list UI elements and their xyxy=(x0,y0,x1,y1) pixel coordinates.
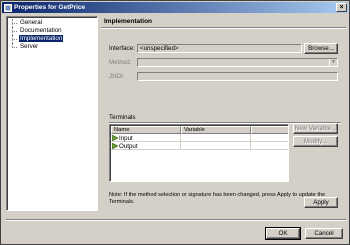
jndi-field[interactable] xyxy=(137,72,338,81)
method-combo[interactable]: ▼ xyxy=(137,58,338,67)
table-cell xyxy=(251,142,288,150)
table-header: Name Variable xyxy=(111,126,288,134)
new-variable-button[interactable]: New Variable... xyxy=(293,123,338,134)
implementation-panel: Implementation Interface: <unspecified> … xyxy=(101,16,346,211)
title-bar[interactable]: Properties for GetPrice × xyxy=(2,2,348,13)
column-header-empty[interactable] xyxy=(251,126,288,134)
terminals-label: Terminals xyxy=(109,114,136,121)
apply-button[interactable]: Apply xyxy=(304,197,338,208)
window-icon xyxy=(4,3,12,12)
tree-item-implementation[interactable]: Implementation xyxy=(9,35,97,43)
tree-item-label: General xyxy=(20,19,43,26)
modify-button[interactable]: Modify... xyxy=(293,136,338,147)
window-title: Properties for GetPrice xyxy=(14,4,86,11)
terminal-name: Input xyxy=(119,134,133,142)
cancel-button[interactable]: Cancel xyxy=(305,228,343,239)
terminals-table: Name Variable Input Output xyxy=(109,124,289,182)
column-header-variable[interactable]: Variable xyxy=(181,126,251,134)
jndi-label: JNDI: xyxy=(109,73,125,80)
property-pages-tree: General Documentation Implementation Ser… xyxy=(6,16,98,211)
browse-button[interactable]: Browse... xyxy=(304,43,338,54)
footer-divider xyxy=(6,219,346,220)
output-terminal-icon xyxy=(112,143,118,149)
terminal-variable-cell xyxy=(181,134,251,142)
terminal-name: Output xyxy=(119,142,138,150)
tree-item-label: Implementation xyxy=(19,35,64,42)
method-label: Method: xyxy=(109,59,132,66)
table-cell xyxy=(251,134,288,142)
tree-item-documentation[interactable]: Documentation xyxy=(9,27,97,35)
terminal-name-cell: Output xyxy=(111,142,181,150)
table-row[interactable]: Output xyxy=(111,142,288,150)
close-button[interactable]: × xyxy=(336,3,347,12)
terminal-variable-cell xyxy=(181,142,251,150)
panel-title: Implementation xyxy=(101,16,346,28)
tree-item-general[interactable]: General xyxy=(9,19,97,27)
terminal-name-cell: Input xyxy=(111,134,181,142)
ok-button[interactable]: OK xyxy=(265,227,301,240)
properties-dialog: Properties for GetPrice × General Docume… xyxy=(0,0,350,245)
tree-item-label: Documentation xyxy=(20,27,62,34)
table-row[interactable]: Input xyxy=(111,134,288,142)
tree-item-server[interactable]: Server xyxy=(9,43,97,51)
column-header-name[interactable]: Name xyxy=(111,126,181,134)
input-terminal-icon xyxy=(112,135,118,141)
interface-label: Interface: xyxy=(109,45,135,52)
tree-item-label: Server xyxy=(20,43,39,50)
table-body: Input Output xyxy=(111,134,288,150)
chevron-down-icon[interactable]: ▼ xyxy=(329,59,337,66)
interface-field[interactable]: <unspecified> xyxy=(137,44,302,53)
